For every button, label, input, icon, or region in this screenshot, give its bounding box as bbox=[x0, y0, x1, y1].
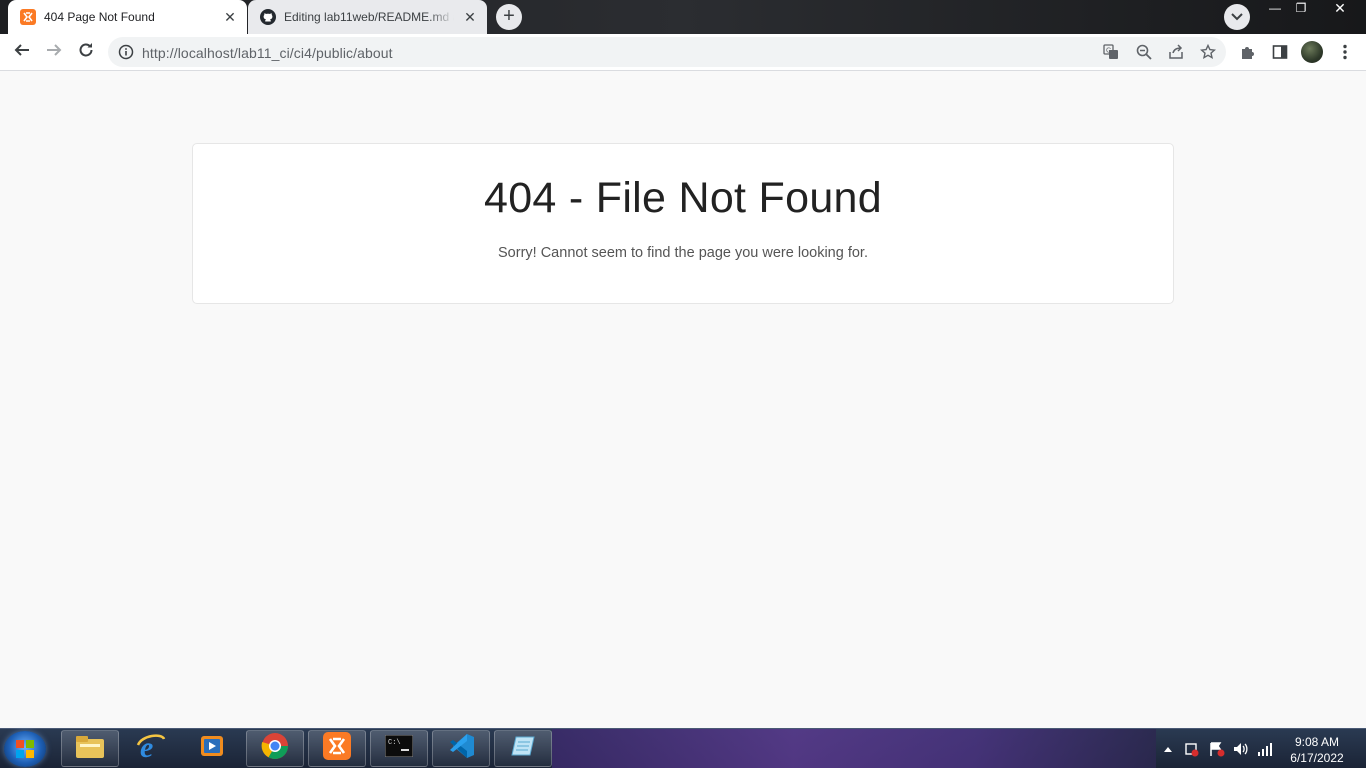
forward-button[interactable] bbox=[40, 38, 68, 66]
signal-strength-icon[interactable] bbox=[1257, 741, 1273, 757]
chevron-down-icon bbox=[1231, 8, 1243, 26]
start-button[interactable] bbox=[4, 731, 46, 767]
arrow-left-icon bbox=[14, 42, 30, 63]
browser-toolbar: http://localhost/lab11_ci/ci4/public/abo… bbox=[0, 34, 1366, 71]
bookmark-star-icon[interactable] bbox=[1199, 43, 1217, 61]
clock-date: 6/17/2022 bbox=[1290, 751, 1344, 765]
zoom-icon[interactable] bbox=[1135, 43, 1153, 61]
taskbar-file-explorer[interactable] bbox=[61, 730, 119, 767]
network-tray-icon[interactable] bbox=[1184, 741, 1200, 757]
taskbar-background-band bbox=[552, 729, 1156, 768]
close-window-button[interactable]: ✕ bbox=[1322, 0, 1358, 18]
arrow-right-icon bbox=[46, 42, 62, 63]
taskbar-media-player[interactable] bbox=[183, 730, 241, 767]
close-tab-icon[interactable]: ✕ bbox=[223, 10, 237, 24]
internet-explorer-icon: e bbox=[136, 731, 166, 766]
media-player-icon bbox=[199, 733, 225, 764]
taskbar-xampp[interactable] bbox=[308, 730, 366, 767]
vscode-icon bbox=[447, 732, 475, 765]
tab-404-page[interactable]: 404 Page Not Found ✕ bbox=[8, 0, 247, 34]
url-path: /lab11_ci/ci4/public/about bbox=[233, 45, 393, 61]
xampp-icon bbox=[20, 9, 36, 25]
clock-time: 9:08 AM bbox=[1294, 735, 1340, 749]
info-icon[interactable] bbox=[117, 43, 135, 61]
xampp-icon bbox=[323, 732, 351, 765]
svg-text:G: G bbox=[1106, 48, 1111, 55]
windows-logo-icon bbox=[16, 740, 34, 763]
profile-avatar[interactable] bbox=[1301, 41, 1323, 63]
tab-title: 404 Page Not Found bbox=[44, 10, 155, 24]
notepad-icon bbox=[510, 733, 536, 764]
taskbar-vscode[interactable] bbox=[432, 730, 490, 767]
url-text: http://localhost/lab11_ci/ci4/public/abo… bbox=[142, 45, 393, 61]
tab-strip: 404 Page Not Found ✕ Editing lab11web/RE… bbox=[0, 0, 1366, 34]
address-bar[interactable]: http://localhost/lab11_ci/ci4/public/abo… bbox=[108, 37, 1226, 67]
file-explorer-icon bbox=[75, 733, 105, 764]
tab-title: Editing lab11web/README.md at bbox=[284, 10, 454, 24]
system-clock[interactable]: 9:08 AM 6/17/2022 bbox=[1282, 734, 1352, 766]
url-host: http://localhost bbox=[142, 45, 234, 61]
taskbar-notepad[interactable] bbox=[494, 730, 552, 767]
tab-github-editing[interactable]: Editing lab11web/README.md at ✕ bbox=[248, 0, 487, 34]
restore-button[interactable]: ❐ bbox=[1288, 0, 1314, 18]
taskbar: e C:\ 9:08 AM 6/17/2022 bbox=[0, 728, 1366, 768]
minimize-button[interactable]: — bbox=[1262, 0, 1288, 18]
chrome-icon bbox=[261, 732, 289, 765]
volume-icon[interactable] bbox=[1233, 741, 1249, 757]
error-card: 404 - File Not Found Sorry! Cannot seem … bbox=[192, 143, 1174, 304]
svg-text:C:\: C:\ bbox=[388, 739, 401, 747]
translate-icon[interactable]: G bbox=[1102, 43, 1120, 61]
command-prompt-icon: C:\ bbox=[384, 734, 414, 762]
error-message: Sorry! Cannot seem to find the page you … bbox=[498, 245, 868, 261]
share-icon[interactable] bbox=[1167, 43, 1185, 61]
tab-search-button[interactable] bbox=[1224, 4, 1250, 30]
reload-icon bbox=[78, 42, 94, 63]
show-hidden-icons-arrow-icon[interactable] bbox=[1160, 741, 1176, 757]
more-menu-icon[interactable] bbox=[1336, 43, 1354, 61]
taskbar-chrome[interactable] bbox=[246, 730, 304, 767]
back-button[interactable] bbox=[8, 38, 36, 66]
page-viewport: 404 - File Not Found Sorry! Cannot seem … bbox=[0, 71, 1366, 728]
new-tab-button[interactable]: + bbox=[496, 4, 522, 30]
extensions-icon[interactable] bbox=[1239, 43, 1257, 61]
error-heading: 404 - File Not Found bbox=[484, 174, 882, 222]
github-icon bbox=[260, 9, 276, 25]
close-tab-icon[interactable]: ✕ bbox=[463, 10, 477, 24]
taskbar-command-prompt[interactable]: C:\ bbox=[370, 730, 428, 767]
flag-alert-icon[interactable] bbox=[1209, 741, 1225, 757]
side-panel-icon[interactable] bbox=[1271, 43, 1289, 61]
taskbar-internet-explorer[interactable]: e bbox=[122, 730, 180, 767]
reload-button[interactable] bbox=[72, 38, 100, 66]
